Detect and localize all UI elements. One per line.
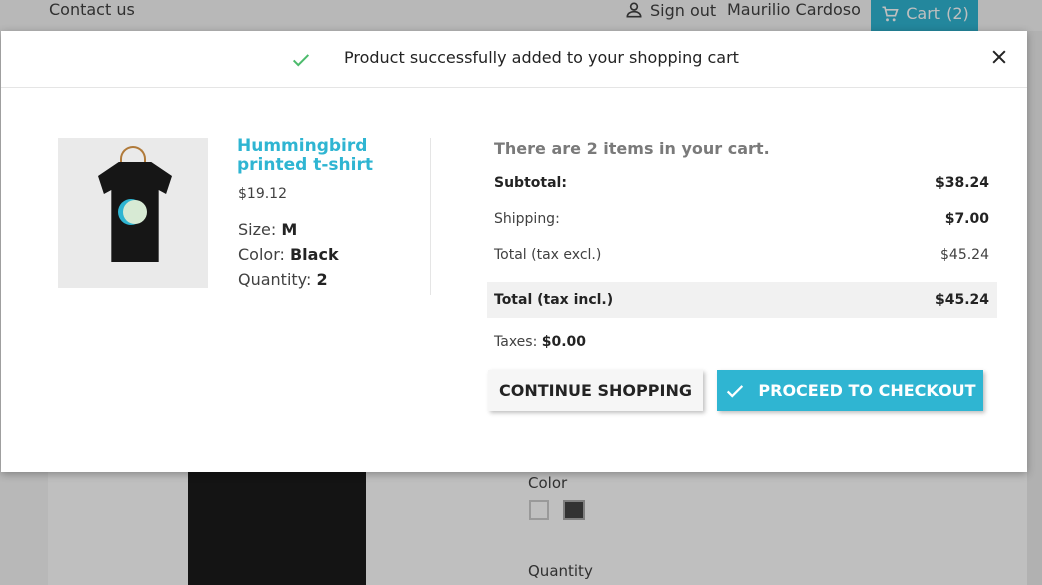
product-name: Hummingbird printed t-shirt [237,136,373,175]
add-to-cart-modal: Product successfully added to your shopp… [1,31,1027,472]
size-label: Size: [238,220,277,239]
modal-header: Product successfully added to your shopp… [1,31,1027,88]
total-excl-value: $45.24 [940,247,989,263]
check-icon [292,54,310,67]
hummingbird-print-graphic [123,200,147,224]
shipping-label: Shipping: [494,211,560,227]
subtotal-row: Subtotal: $38.24 [494,175,989,191]
proceed-to-checkout-label: PROCEED TO CHECKOUT [758,381,976,400]
cart-items-count: There are 2 items in your cart. [494,139,770,158]
total-excl-row: Total (tax excl.) $45.24 [494,247,989,263]
color-value: Black [289,245,339,264]
continue-shopping-label: CONTINUE SHOPPING [499,381,692,400]
quantity-value: 2 [316,270,328,289]
product-price: $19.12 [238,186,287,202]
subtotal-value: $38.24 [934,175,989,191]
modal-title: Product successfully added to your shopp… [344,48,739,67]
product-color: Color: Black [238,245,339,264]
total-excl-label: Total (tax excl.) [494,247,602,263]
taxes-value: $0.00 [541,334,587,350]
taxes-label: Taxes: [494,334,538,350]
shipping-value: $7.00 [944,211,989,227]
proceed-to-checkout-button[interactable]: PROCEED TO CHECKOUT [717,370,983,411]
taxes-row: Taxes: $0.00 [494,334,586,350]
total-incl-label: Total (tax incl.) [494,292,614,308]
vertical-divider [430,138,431,295]
close-icon[interactable] [989,47,1009,67]
total-incl-row: Total (tax incl.) $45.24 [487,282,997,318]
quantity-label: Quantity: [238,270,312,289]
product-size: Size: M [238,220,297,239]
total-incl-value: $45.24 [934,292,989,308]
check-icon [727,384,744,398]
size-value: M [281,220,298,239]
product-quantity: Quantity: 2 [238,270,328,289]
shipping-row: Shipping: $7.00 [494,211,989,227]
subtotal-label: Subtotal: [494,175,567,191]
continue-shopping-button[interactable]: CONTINUE SHOPPING [488,370,703,411]
color-label: Color: [238,245,285,264]
product-thumbnail [58,138,208,288]
